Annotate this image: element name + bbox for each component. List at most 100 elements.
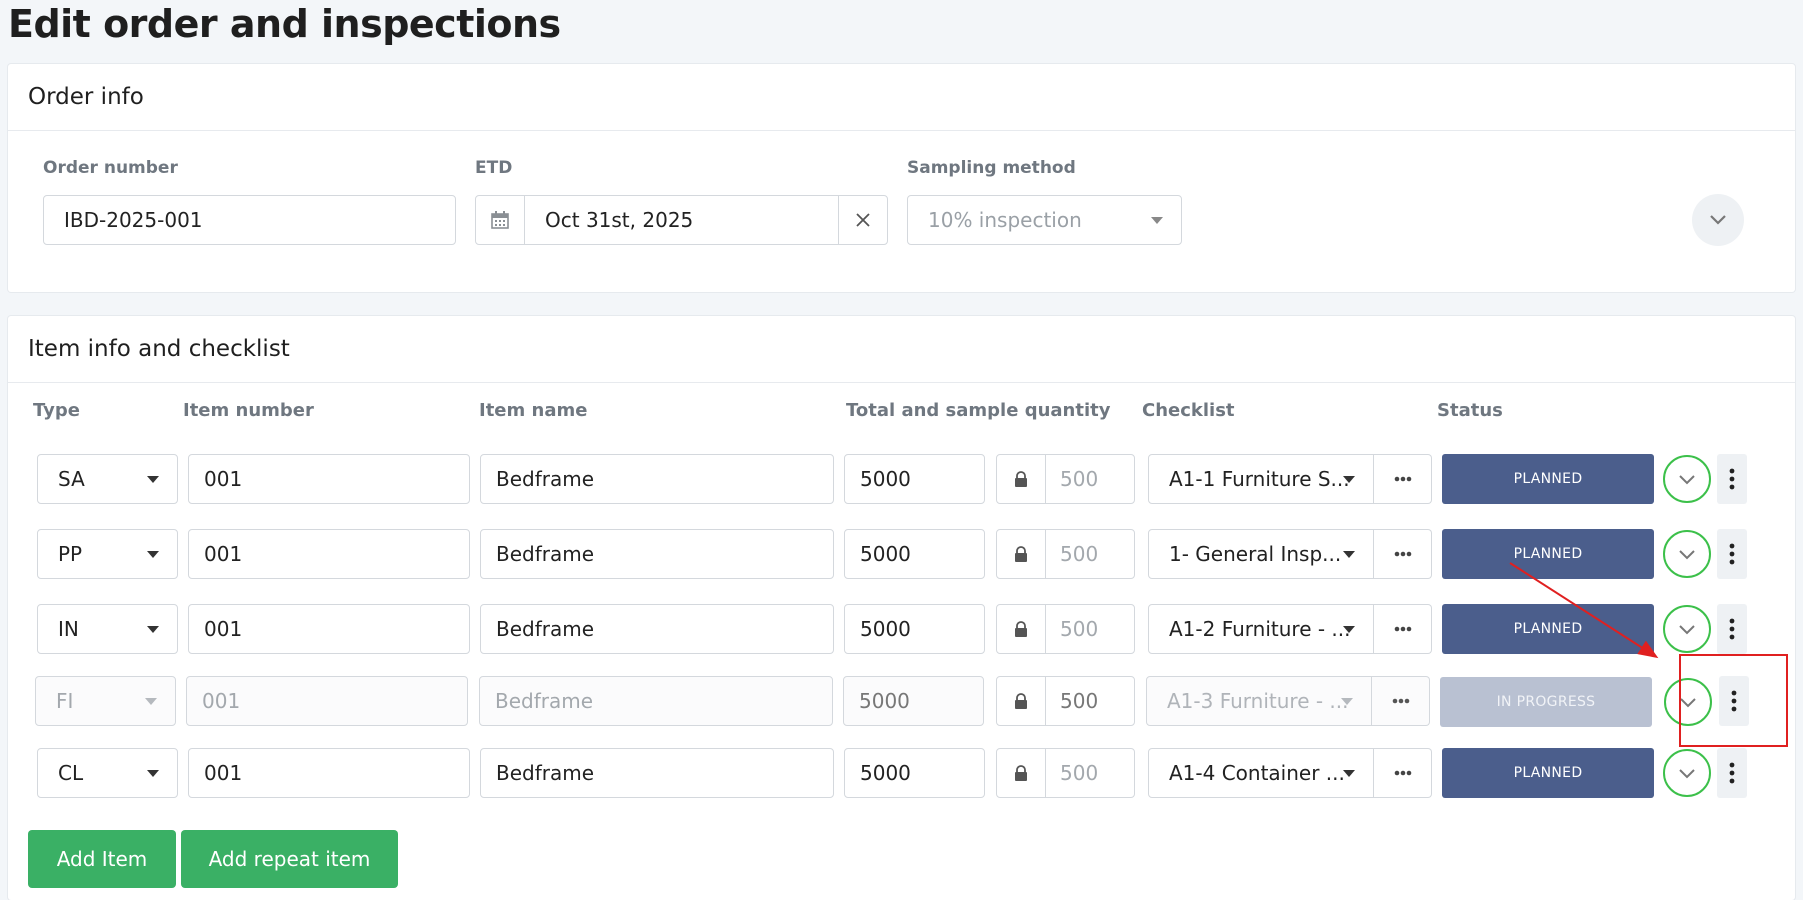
expand-row-button[interactable] (1664, 678, 1712, 726)
expand-row-button[interactable] (1663, 530, 1711, 578)
expand-row-button[interactable] (1663, 455, 1711, 503)
lock-button[interactable] (997, 530, 1046, 578)
item-name-input[interactable]: Bedframe (480, 748, 834, 798)
row-menu-button[interactable] (1719, 676, 1749, 726)
lock-button[interactable] (997, 455, 1046, 503)
row-menu-button[interactable] (1717, 604, 1747, 654)
type-select[interactable]: PP (37, 529, 178, 579)
total-quantity-input[interactable]: 5000 (843, 676, 984, 726)
add-item-label: Add Item (56, 847, 148, 871)
lock-button[interactable] (997, 605, 1046, 653)
item-name-value: Bedframe (496, 617, 595, 641)
total-quantity-input[interactable]: 5000 (844, 604, 985, 654)
item-number-value: 001 (204, 761, 243, 785)
checklist-select[interactable]: A1-3 Furniture - ... (1146, 676, 1372, 726)
order-info-title: Order info (28, 84, 144, 110)
type-select[interactable]: FI (35, 676, 176, 726)
table-row: IN 001 Bedframe 5000 500 A1-2 Furniture … (0, 604, 1803, 656)
etd-date-field[interactable]: Oct 31st, 2025 (475, 195, 888, 245)
item-number-value: 001 (204, 542, 243, 566)
sample-quantity-field[interactable]: 500 (996, 748, 1135, 798)
caret-down-icon (1343, 626, 1355, 633)
checklist-field: A1-2 Furniture - ... (1148, 604, 1432, 654)
clear-date-button[interactable] (838, 196, 887, 244)
status-button[interactable]: PLANNED (1442, 604, 1654, 654)
caret-down-icon (147, 770, 159, 777)
row-menu-button[interactable] (1717, 529, 1747, 579)
checklist-select[interactable]: 1- General Insp... (1148, 529, 1374, 579)
total-quantity-input[interactable]: 5000 (844, 454, 985, 504)
sample-quantity-field[interactable]: 500 (996, 676, 1135, 726)
item-name-input[interactable]: Bedframe (479, 676, 833, 726)
item-name-value: Bedframe (495, 689, 594, 713)
checklist-value: A1-3 Furniture - ... (1167, 689, 1349, 713)
status-button[interactable]: PLANNED (1442, 529, 1654, 579)
chevron-down-icon (1679, 549, 1695, 559)
chevron-down-icon (1679, 474, 1695, 484)
status-button[interactable]: PLANNED (1442, 454, 1654, 504)
type-select[interactable]: CL (37, 748, 178, 798)
type-select[interactable]: IN (37, 604, 178, 654)
checklist-value: A1-4 Container ... (1169, 761, 1345, 785)
status-label: IN PROGRESS (1496, 694, 1596, 710)
total-quantity-value: 5000 (859, 689, 910, 713)
item-name-input[interactable]: Bedframe (480, 529, 834, 579)
sampling-method-select[interactable]: 10% inspection (907, 195, 1182, 245)
status-button[interactable]: PLANNED (1442, 748, 1654, 798)
kebab-icon (1729, 468, 1735, 490)
add-item-button[interactable]: Add Item (28, 830, 176, 888)
status-label: PLANNED (1513, 471, 1583, 487)
column-header-item-number: Item number (183, 400, 314, 421)
sample-quantity-field[interactable]: 500 (996, 604, 1135, 654)
total-quantity-input[interactable]: 5000 (844, 529, 985, 579)
sample-quantity-field[interactable]: 500 (996, 529, 1135, 579)
sample-quantity-field[interactable]: 500 (996, 454, 1135, 504)
checklist-more-button[interactable] (1374, 748, 1432, 798)
lock-button[interactable] (997, 749, 1046, 797)
table-row: PP 001 Bedframe 5000 500 1- General Insp… (0, 529, 1803, 581)
total-quantity-input[interactable]: 5000 (844, 748, 985, 798)
sampling-method-label: Sampling method (907, 158, 1076, 178)
chevron-down-icon (1710, 215, 1726, 225)
type-value: IN (58, 617, 79, 641)
item-number-input[interactable]: 001 (188, 454, 470, 504)
caret-down-icon (1343, 476, 1355, 483)
item-number-input[interactable]: 001 (188, 529, 470, 579)
order-number-input[interactable]: IBD-2025-001 (43, 195, 456, 245)
item-number-input[interactable]: 001 (188, 748, 470, 798)
calendar-button[interactable] (476, 196, 525, 244)
item-number-input[interactable]: 001 (186, 676, 468, 726)
sample-quantity-value: 500 (1060, 542, 1099, 566)
kebab-icon (1729, 762, 1735, 784)
expand-row-button[interactable] (1663, 605, 1711, 653)
item-name-input[interactable]: Bedframe (480, 454, 834, 504)
checklist-select[interactable]: A1-4 Container ... (1148, 748, 1374, 798)
add-repeat-item-button[interactable]: Add repeat item (181, 830, 398, 888)
item-number-value: 001 (204, 467, 243, 491)
add-repeat-item-label: Add repeat item (208, 847, 371, 871)
kebab-icon (1731, 690, 1737, 712)
row-menu-button[interactable] (1717, 454, 1747, 504)
collapse-order-button[interactable] (1692, 194, 1744, 246)
ellipsis-icon (1392, 698, 1409, 704)
lock-button[interactable] (997, 677, 1046, 725)
table-row: SA 001 Bedframe 5000 500 A1-1 Furniture … (0, 454, 1803, 506)
sample-quantity-value: 500 (1060, 617, 1099, 641)
type-value: PP (58, 542, 83, 566)
order-number-value: IBD-2025-001 (64, 208, 203, 232)
ellipsis-icon (1394, 626, 1411, 632)
checklist-select[interactable]: A1-1 Furniture S... (1148, 454, 1374, 504)
row-menu-button[interactable] (1717, 748, 1747, 798)
item-name-input[interactable]: Bedframe (480, 604, 834, 654)
item-number-input[interactable]: 001 (188, 604, 470, 654)
expand-row-button[interactable] (1663, 749, 1711, 797)
checklist-more-button[interactable] (1374, 529, 1432, 579)
type-select[interactable]: SA (37, 454, 178, 504)
checklist-field: 1- General Insp... (1148, 529, 1432, 579)
checklist-more-button[interactable] (1374, 604, 1432, 654)
status-button[interactable]: IN PROGRESS (1440, 677, 1652, 727)
checklist-more-button[interactable] (1374, 454, 1432, 504)
ellipsis-icon (1394, 770, 1411, 776)
checklist-more-button[interactable] (1372, 676, 1430, 726)
checklist-select[interactable]: A1-2 Furniture - ... (1148, 604, 1374, 654)
